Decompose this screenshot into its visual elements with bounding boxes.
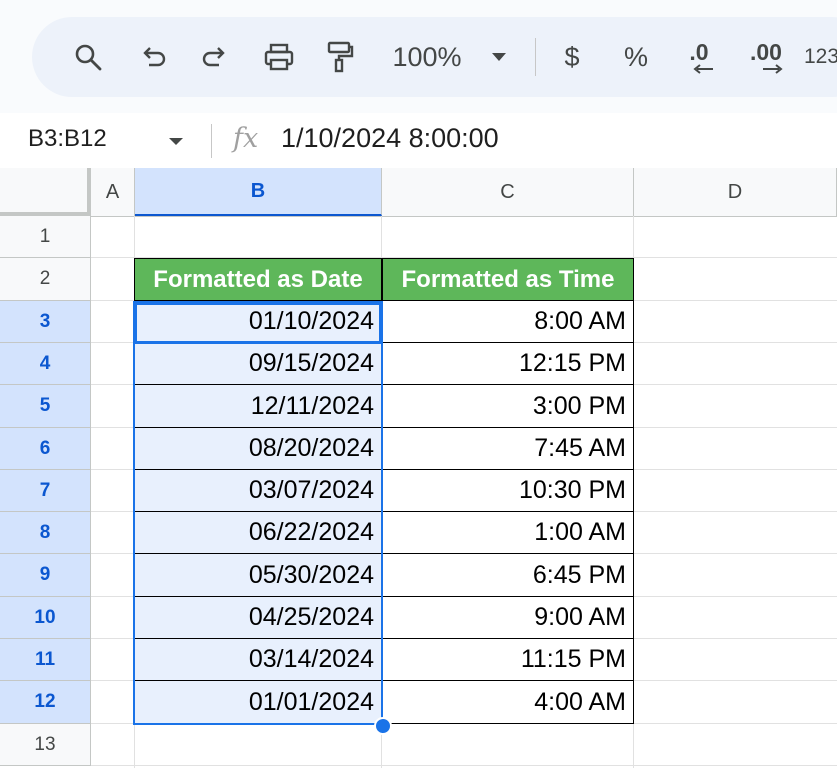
- fill-handle[interactable]: [374, 717, 392, 735]
- cell-b5[interactable]: 12/11/2024: [134, 384, 382, 428]
- cell-c9[interactable]: 6:45 PM: [382, 553, 634, 597]
- decrease-decimal-label: .0: [689, 39, 709, 65]
- cell-c2[interactable]: Formatted as Time: [382, 258, 634, 301]
- cell-b7[interactable]: 03/07/2024: [134, 469, 382, 512]
- row-header-13[interactable]: 13: [0, 724, 91, 766]
- zoom-select[interactable]: 100%: [387, 17, 467, 97]
- zoom-value: 100%: [392, 41, 462, 72]
- gridline: [91, 765, 837, 766]
- cell-b9[interactable]: 05/30/2024: [134, 553, 382, 597]
- search-icon: [75, 44, 102, 71]
- cell-b10[interactable]: 04/25/2024: [134, 596, 382, 639]
- increase-decimal-button[interactable]: .00: [740, 17, 792, 97]
- print-icon: [264, 43, 294, 71]
- row-header-12[interactable]: 12: [0, 681, 91, 724]
- more-formats-label: 123: [804, 45, 837, 68]
- row-header-2[interactable]: 2: [0, 258, 91, 301]
- row-header-11[interactable]: 11: [0, 639, 91, 681]
- paint-format-icon: [327, 41, 354, 73]
- name-box[interactable]: B3:B12: [28, 125, 107, 153]
- row-header-1[interactable]: 1: [0, 216, 91, 258]
- formula-input[interactable]: 1/10/2024 8:00:00: [281, 123, 499, 154]
- more-formats-button[interactable]: 123: [804, 17, 837, 97]
- cell-c10[interactable]: 9:00 AM: [382, 596, 634, 639]
- cell-c7[interactable]: 10:30 PM: [382, 469, 634, 512]
- paint-format-button[interactable]: [320, 17, 360, 97]
- row-header-6[interactable]: 6: [0, 428, 91, 470]
- format-currency-button[interactable]: $: [554, 17, 590, 97]
- currency-label: $: [564, 41, 580, 72]
- undo-icon: [143, 47, 166, 67]
- cell-c6[interactable]: 7:45 AM: [382, 427, 634, 470]
- percent-label: %: [623, 41, 648, 72]
- toolbar-divider: [535, 38, 536, 76]
- increase-decimal-label: .00: [750, 39, 782, 65]
- row-header-9[interactable]: 9: [0, 554, 91, 597]
- select-all-corner[interactable]: [0, 168, 91, 216]
- arrow-right-icon: [763, 64, 783, 74]
- cell-b2[interactable]: Formatted as Date: [134, 258, 382, 301]
- row-header-3[interactable]: 3: [0, 301, 91, 343]
- cell-c5[interactable]: 3:00 PM: [382, 384, 634, 428]
- row-header-7[interactable]: 7: [0, 470, 91, 512]
- decrease-decimal-button[interactable]: .0: [676, 17, 722, 97]
- cell-c3[interactable]: 8:00 AM: [382, 300, 634, 343]
- column-header-b[interactable]: B: [135, 168, 382, 216]
- cell-c8[interactable]: 1:00 AM: [382, 511, 634, 554]
- row-header-5[interactable]: 5: [0, 385, 91, 428]
- column-header-c[interactable]: C: [382, 168, 634, 216]
- cell-b11[interactable]: 03/14/2024: [134, 638, 382, 681]
- format-percent-button[interactable]: %: [618, 17, 654, 97]
- toolbar: 100% $ % .0 .00 123: [32, 17, 837, 97]
- formula-bar: B3:B12 fx 1/10/2024 8:00:00: [0, 113, 837, 168]
- cell-b12[interactable]: 01/01/2024: [134, 680, 382, 724]
- column-header-a[interactable]: A: [91, 168, 135, 216]
- name-box-caret-icon[interactable]: [168, 137, 184, 146]
- print-button[interactable]: [258, 17, 300, 97]
- cell-b4[interactable]: 09/15/2024: [134, 342, 382, 385]
- zoom-dropdown-button[interactable]: [484, 17, 514, 97]
- cell-c12[interactable]: 4:00 AM: [382, 680, 634, 724]
- redo-button[interactable]: [194, 17, 234, 97]
- row-header-4[interactable]: 4: [0, 343, 91, 385]
- sheet-grid[interactable]: A B C D 1 2 3 4 5 6 7 8 9 10 11 12 13 Formatted as D…: [0, 168, 837, 768]
- redo-icon: [202, 47, 225, 67]
- caret-down-icon: [492, 53, 506, 61]
- arrow-left-icon: [693, 64, 713, 74]
- cell-c4[interactable]: 12:15 PM: [382, 342, 634, 385]
- formula-bar-divider: [211, 124, 212, 158]
- search-menus-button[interactable]: [68, 17, 108, 97]
- cell-b8[interactable]: 06/22/2024: [134, 511, 382, 554]
- column-header-d[interactable]: D: [634, 168, 837, 216]
- cell-b6[interactable]: 08/20/2024: [134, 427, 382, 470]
- cell-c11[interactable]: 11:15 PM: [382, 638, 634, 681]
- row-header-10[interactable]: 10: [0, 597, 91, 639]
- undo-button[interactable]: [134, 17, 174, 97]
- row-header-8[interactable]: 8: [0, 512, 91, 554]
- fx-icon: fx: [233, 123, 259, 154]
- cell-b3[interactable]: 01/10/2024: [134, 300, 382, 343]
